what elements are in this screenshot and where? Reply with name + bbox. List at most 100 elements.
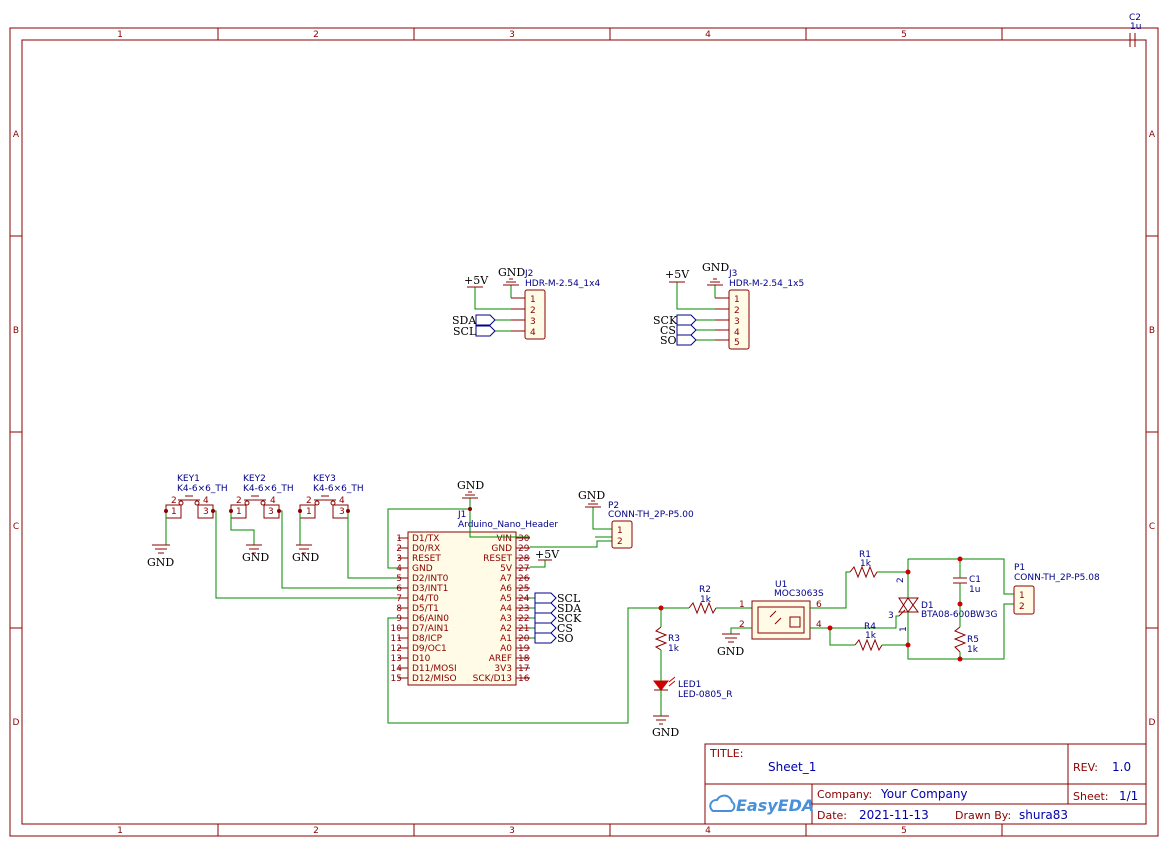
- title-label: TITLE:: [709, 747, 743, 760]
- j1-right-pin-number: 21: [518, 624, 529, 634]
- rev-value: 1.0: [1112, 760, 1131, 774]
- j1-right-pin-name: A3: [500, 614, 512, 624]
- drawn-by-value: shura83: [1019, 808, 1068, 822]
- key1-value: K4-6×6_TH: [177, 484, 228, 494]
- j1-right-pin-number: 28: [518, 554, 530, 564]
- j1-right-pin-number: 24: [518, 594, 530, 604]
- gnd-label-key3: GND: [292, 551, 319, 564]
- p1-value: CONN-TH_2P-P5.08: [1014, 573, 1100, 583]
- j1-left-pin-number: 6: [396, 584, 402, 594]
- j1-right-pin-name: SCK/D13: [473, 674, 512, 684]
- key1-pin-3: 3: [203, 507, 209, 517]
- header-j2[interactable]: J2 HDR-M-2.54_1x4 1 2 3 4: [511, 269, 600, 340]
- gnd-symbol-led1: GND: [652, 715, 679, 739]
- row-label-left-c: C: [13, 522, 19, 532]
- resistor-r5[interactable]: R5 1k: [953, 626, 979, 655]
- vcc-symbol-j3: +5V: [665, 268, 690, 283]
- j1-right-pin-number: 18: [518, 654, 530, 664]
- gnd-symbol-j1: GND: [457, 479, 484, 499]
- sheet-label: Sheet:: [1073, 790, 1109, 803]
- p1-pin-1: 1: [1019, 591, 1025, 601]
- d1-pin-3: 3: [888, 611, 894, 621]
- j1-right-pin-name: AREF: [489, 654, 512, 664]
- j1-right-pin-name: A2: [500, 624, 512, 634]
- col-label-bottom-2: 2: [313, 826, 319, 836]
- d1-pin-2: 2: [896, 577, 906, 583]
- j1-right-pin-number: 22: [518, 614, 529, 624]
- gnd-label-j2: GND: [498, 266, 525, 279]
- p2-pin-2: 2: [617, 537, 623, 547]
- col-label-top-5: 5: [901, 30, 907, 40]
- j1-right-pin-name: VIN: [496, 534, 512, 544]
- gnd-label-led1: GND: [652, 726, 679, 739]
- j2-pin-4: 4: [530, 328, 536, 338]
- gnd-label-key1: GND: [147, 556, 174, 569]
- header-j3[interactable]: J3 HDR-M-2.54_1x5 1 2 3 4 5: [715, 269, 804, 350]
- resistor-r4[interactable]: R4 1k: [854, 622, 883, 652]
- date-value: 2021-11-13: [859, 808, 929, 822]
- key3-pin-3: 3: [339, 507, 345, 517]
- capacitor-c1[interactable]: C1 1u: [953, 575, 981, 595]
- led-led1[interactable]: LED1 LED-0805_R: [652, 676, 733, 700]
- net-flag-scl-j2: SCL: [453, 325, 496, 338]
- j1-right-pin-name: A4: [500, 604, 512, 614]
- j1-left-pin-name: D3/INT1: [412, 584, 448, 594]
- optocoupler-u1[interactable]: U1 MOC3063S 1 2 6 4: [739, 580, 824, 640]
- gnd-symbol-j3: GND: [702, 261, 729, 286]
- j1-right-pin-number: 25: [518, 584, 529, 594]
- gnd-symbol-j2: GND: [498, 266, 525, 286]
- j1-left-pin-name: RESET: [412, 554, 441, 564]
- j1-right-pin-number: 16: [518, 674, 530, 684]
- key2-pin-1: 1: [236, 507, 242, 517]
- j3-pin-4: 4: [734, 328, 740, 338]
- j1-left-pin-name: D4/T0: [412, 594, 439, 604]
- vcc-symbol-j2: +5V: [464, 274, 489, 288]
- gnd-symbol-p2: GND: [578, 489, 605, 508]
- col-label-bottom-5: 5: [901, 826, 907, 836]
- connector-p1[interactable]: P1 CONN-TH_2P-P5.08 1 2: [1013, 563, 1100, 615]
- drawn-by-label: Drawn By:: [955, 809, 1011, 822]
- j1-right-pin-name: 3V3: [494, 664, 512, 674]
- j1-right-pin-number: 30: [518, 534, 530, 544]
- j1-right-pin-number: 26: [518, 574, 530, 584]
- row-label-right-d: D: [1149, 718, 1156, 728]
- row-label-right-c: C: [1149, 522, 1155, 532]
- frame-column-labels: 1 2 3 4 5 1 2 3 4 5: [117, 30, 907, 836]
- j1-left-pin-number: 9: [396, 614, 402, 624]
- d1-value: BTA08-600BW3G: [921, 610, 997, 620]
- resistor-r2[interactable]: R2 1k: [688, 585, 717, 615]
- c2-value: 1u: [1130, 22, 1141, 32]
- r2-value: 1k: [700, 595, 712, 605]
- col-label-bottom-1: 1: [117, 826, 123, 836]
- gnd-symbol-key3: GND: [292, 544, 319, 564]
- j1-right-pin-name: A7: [500, 574, 512, 584]
- led1-ref: LED1: [678, 680, 701, 690]
- j1-left-pin-name: D9/OC1: [412, 644, 447, 654]
- switch-key3[interactable]: KEY3 K4-6×6_TH 2 4 1 3: [299, 474, 364, 519]
- capacitor-c2[interactable]: C2 1u: [1116, 13, 1146, 47]
- triac-d1[interactable]: D1 BTA08-600BW3G 2 3 1: [888, 577, 997, 632]
- j3-pin-2: 2: [734, 306, 740, 316]
- key3-value: K4-6×6_TH: [313, 484, 364, 494]
- resistor-r1[interactable]: R1 1k: [849, 550, 878, 579]
- j3-value: HDR-M-2.54_1x5: [729, 279, 804, 289]
- j1-right-pin-number: 19: [518, 644, 530, 654]
- j1-right-pin-number: 20: [518, 634, 530, 644]
- row-label-right-a: A: [1149, 130, 1156, 140]
- connector-p2[interactable]: P2 CONN-TH_2P-P5.00 1 2: [608, 501, 694, 549]
- j1-left-pin-number: 13: [391, 654, 402, 664]
- j1-net-flags: SCL SDA SCK CS SO: [534, 592, 582, 645]
- j1-left-pin-name: D6/AIN0: [412, 614, 449, 624]
- switch-key1[interactable]: KEY1 K4-6×6_TH 2 4 1 3: [165, 474, 228, 519]
- j1-right-pin-name: GND: [491, 544, 512, 554]
- r3-ref: R3: [668, 634, 680, 644]
- j2-pin-2: 2: [530, 306, 536, 316]
- col-label-top-4: 4: [705, 30, 711, 40]
- j2-value: HDR-M-2.54_1x4: [525, 279, 600, 289]
- gnd-label-p2: GND: [578, 489, 605, 502]
- j1-left-pin-name: GND: [412, 564, 433, 574]
- col-label-top-2: 2: [313, 30, 319, 40]
- switch-key2[interactable]: KEY2 K4-6×6_TH 2 4 1 3: [230, 474, 294, 519]
- resistor-r3[interactable]: R3 1k: [654, 626, 680, 654]
- key1-ref: KEY1: [177, 474, 200, 484]
